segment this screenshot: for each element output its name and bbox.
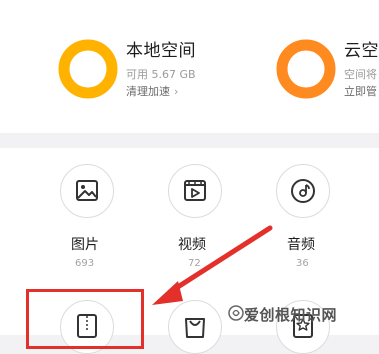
- red-arrow-icon: [152, 225, 273, 305]
- watermark-logo-icon: [228, 305, 244, 321]
- watermark-text: 爱创根知识网: [244, 306, 338, 324]
